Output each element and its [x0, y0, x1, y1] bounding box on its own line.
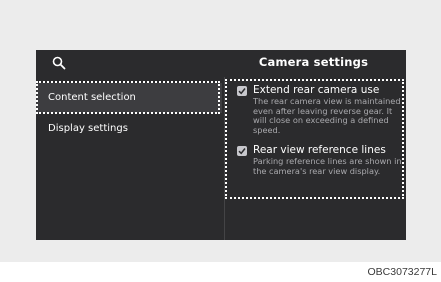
checkmark-icon: [238, 148, 246, 155]
figure-code: OBC3073277L: [367, 266, 437, 278]
page-title: Camera settings: [258, 55, 369, 69]
search-icon[interactable]: [52, 55, 66, 70]
checkbox-rear-view-reference-lines[interactable]: [237, 146, 247, 156]
option-description: Parking reference lines are shown in the…: [253, 156, 402, 176]
option-description: The rear camera view is maintained even …: [253, 96, 401, 135]
checkmark-icon: [238, 88, 246, 95]
option-label: Rear view reference lines: [253, 144, 386, 156]
header-bar: Camera settings: [36, 50, 406, 76]
sidebar-item-label: Display settings: [48, 123, 128, 134]
checkbox-extend-rear-camera[interactable]: [237, 86, 247, 96]
option-label: Extend rear camera use: [253, 84, 380, 96]
infotainment-screen: Camera settings Content selection Displa…: [36, 50, 406, 240]
sidebar-item-display-settings[interactable]: Display settings: [36, 114, 222, 144]
focus-outline-sidebar: [36, 81, 220, 114]
